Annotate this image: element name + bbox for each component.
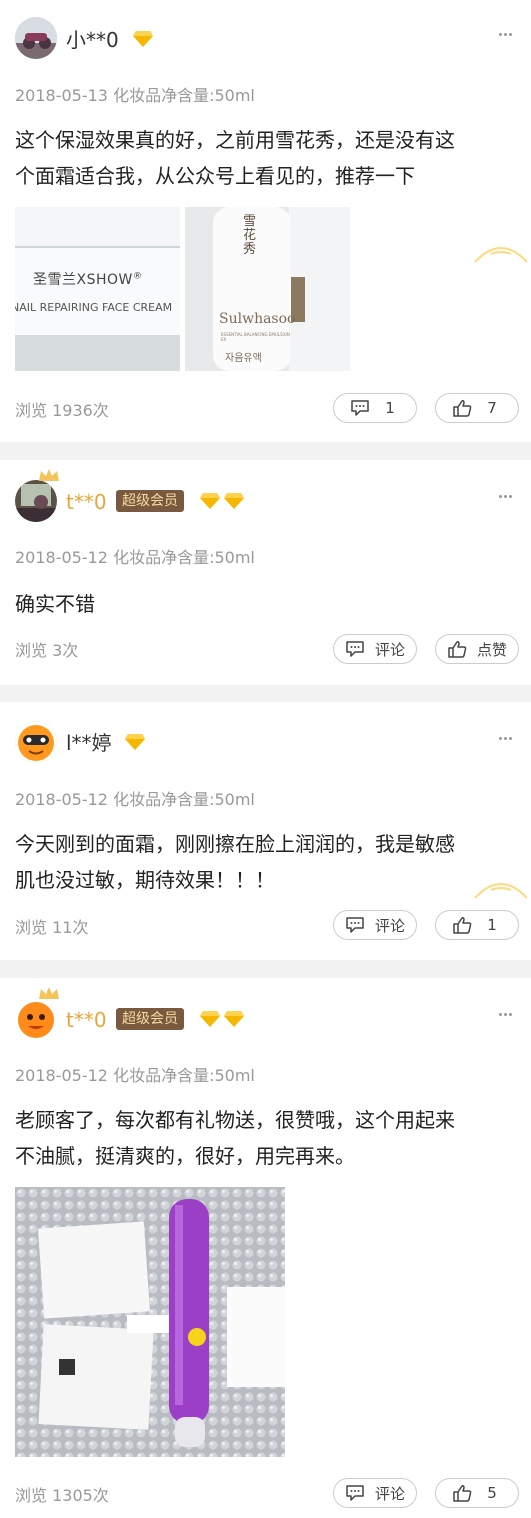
thumbs-up-icon <box>448 641 467 658</box>
product-label: ESSENTIAL BALANCING EMULSION EX <box>221 332 290 342</box>
avatar-image <box>15 480 57 522</box>
more-dots-icon[interactable] <box>499 1013 515 1017</box>
comment-label: 评论 <box>374 640 405 659</box>
products-photo <box>15 1187 285 1457</box>
review-text: 今天刚到的面霜，刚刚擦在脸上润润的，我是敏感 肌也没过敏，期待效果！！！ <box>15 826 516 898</box>
post-meta: 2018-05-12 化妆品净含量:50ml <box>15 548 255 567</box>
review-photo[interactable] <box>15 1187 285 1457</box>
avatar[interactable] <box>15 998 57 1040</box>
brand-label: Sulwhasoo <box>219 311 296 327</box>
post-meta: 2018-05-13 化妆品净含量:50ml <box>15 86 255 105</box>
cream-jar-photo <box>15 207 180 371</box>
post-meta: 2018-05-12 化妆品净含量:50ml <box>15 790 255 809</box>
like-button[interactable]: 5 <box>435 1478 519 1508</box>
avatar[interactable] <box>15 480 57 522</box>
smile-sticker-icon <box>474 883 528 899</box>
emulsion-bottle-photo <box>185 207 350 371</box>
avatar-image <box>15 998 57 1040</box>
diamond-icon <box>224 493 244 509</box>
review-photo[interactable]: 雪花秀 Sulwhasoo ESSENTIAL BALANCING EMULSI… <box>185 207 350 371</box>
like-count: 7 <box>487 399 497 417</box>
view-count: 浏览 1936次 <box>15 401 109 420</box>
thumbs-up-icon <box>453 917 472 934</box>
like-button[interactable]: 点赞 <box>435 634 519 664</box>
like-button[interactable]: 1 <box>435 910 519 940</box>
post-meta: 2018-05-12 化妆品净含量:50ml <box>15 1066 255 1085</box>
comment-label: 评论 <box>374 916 405 935</box>
review-photo[interactable]: 圣雪兰XSHOW® NAIL REPAIRING FACE CREAM <box>15 207 180 371</box>
diamond-icon <box>200 1011 220 1027</box>
vip-badge: 超级会员 <box>116 490 184 512</box>
view-count: 浏览 3次 <box>15 641 79 660</box>
comment-button[interactable]: 评论 <box>333 634 417 664</box>
review-text-line: 这个保湿效果真的好，之前用雪花秀，还是没有这 <box>15 128 455 152</box>
more-dots-icon[interactable] <box>499 33 515 37</box>
review-text: 这个保湿效果真的好，之前用雪花秀，还是没有这 个面霜适合我，从公众号上看见的，推… <box>15 122 516 194</box>
review-text: 老顾客了，每次都有礼物送，很赞哦，这个用起来 不油腻，挺清爽的，很好，用完再来。 <box>15 1102 516 1174</box>
thumbs-up-icon <box>453 400 472 417</box>
avatar[interactable] <box>15 17 57 59</box>
more-dots-icon[interactable] <box>499 495 515 499</box>
crown-icon <box>39 469 59 481</box>
comment-count: 1 <box>385 399 395 417</box>
vip-badge: 超级会员 <box>116 1008 184 1030</box>
diamond-icon <box>133 31 153 47</box>
like-count: 5 <box>487 1484 497 1502</box>
review-card: l**婷 2018-05-12 化妆品净含量:50ml 今天刚到的面霜，刚刚擦在… <box>0 702 531 960</box>
brand-label: 圣雪兰XSHOW <box>33 272 133 288</box>
brand-cn-label: 雪花秀 <box>243 214 257 257</box>
diamond-icon <box>125 734 145 750</box>
review-text-line: 个面霜适合我，从公众号上看见的，推荐一下 <box>15 164 415 188</box>
review-card: 小**0 2018-05-13 化妆品净含量:50ml 这个保湿效果真的好，之前… <box>0 0 531 442</box>
review-card: t**0 超级会员 2018-05-12 化妆品净含量:50ml 确实不错 浏览… <box>0 460 531 685</box>
username[interactable]: t**0 <box>66 1008 107 1032</box>
more-dots-icon[interactable] <box>499 737 515 741</box>
comment-button[interactable]: 1 <box>333 393 417 423</box>
product-kr-label: 자음유액 <box>225 353 262 364</box>
like-label: 点赞 <box>476 640 507 659</box>
comment-icon <box>351 400 369 416</box>
review-text-line: 确实不错 <box>15 592 95 616</box>
smile-sticker-icon <box>474 247 528 263</box>
like-button[interactable]: 7 <box>435 393 519 423</box>
comment-icon <box>346 1485 364 1501</box>
comment-button[interactable]: 评论 <box>333 1478 417 1508</box>
username[interactable]: l**婷 <box>66 731 112 755</box>
view-count: 浏览 1305次 <box>15 1486 109 1505</box>
diamond-icon <box>200 493 220 509</box>
avatar-image <box>15 17 57 59</box>
username[interactable]: t**0 <box>66 490 107 514</box>
avatar-image <box>15 721 57 763</box>
review-text-line: 肌也没过敏，期待效果！！！ <box>15 868 275 892</box>
review-text-line: 不油腻，挺清爽的，很好，用完再来。 <box>15 1144 355 1168</box>
like-count: 1 <box>487 916 497 934</box>
username[interactable]: 小**0 <box>66 28 119 52</box>
comment-button[interactable]: 评论 <box>333 910 417 940</box>
diamond-icon <box>224 1011 244 1027</box>
comment-label: 评论 <box>374 1484 405 1503</box>
review-card: t**0 超级会员 2018-05-12 化妆品净含量:50ml 老顾客了，每次… <box>0 978 531 1518</box>
comment-icon <box>346 641 364 657</box>
review-text-line: 老顾客了，每次都有礼物送，很赞哦，这个用起来 <box>15 1108 455 1132</box>
view-count: 浏览 11次 <box>15 918 89 937</box>
comment-icon <box>346 917 364 933</box>
review-text-line: 今天刚到的面霜，刚刚擦在脸上润润的，我是敏感 <box>15 832 455 856</box>
review-text: 确实不错 <box>15 586 516 622</box>
avatar[interactable] <box>15 721 57 763</box>
thumbs-up-icon <box>453 1485 472 1502</box>
product-label: NAIL REPAIRING FACE CREAM <box>15 301 173 314</box>
crown-icon <box>39 987 59 999</box>
registered-mark: ® <box>132 271 143 282</box>
